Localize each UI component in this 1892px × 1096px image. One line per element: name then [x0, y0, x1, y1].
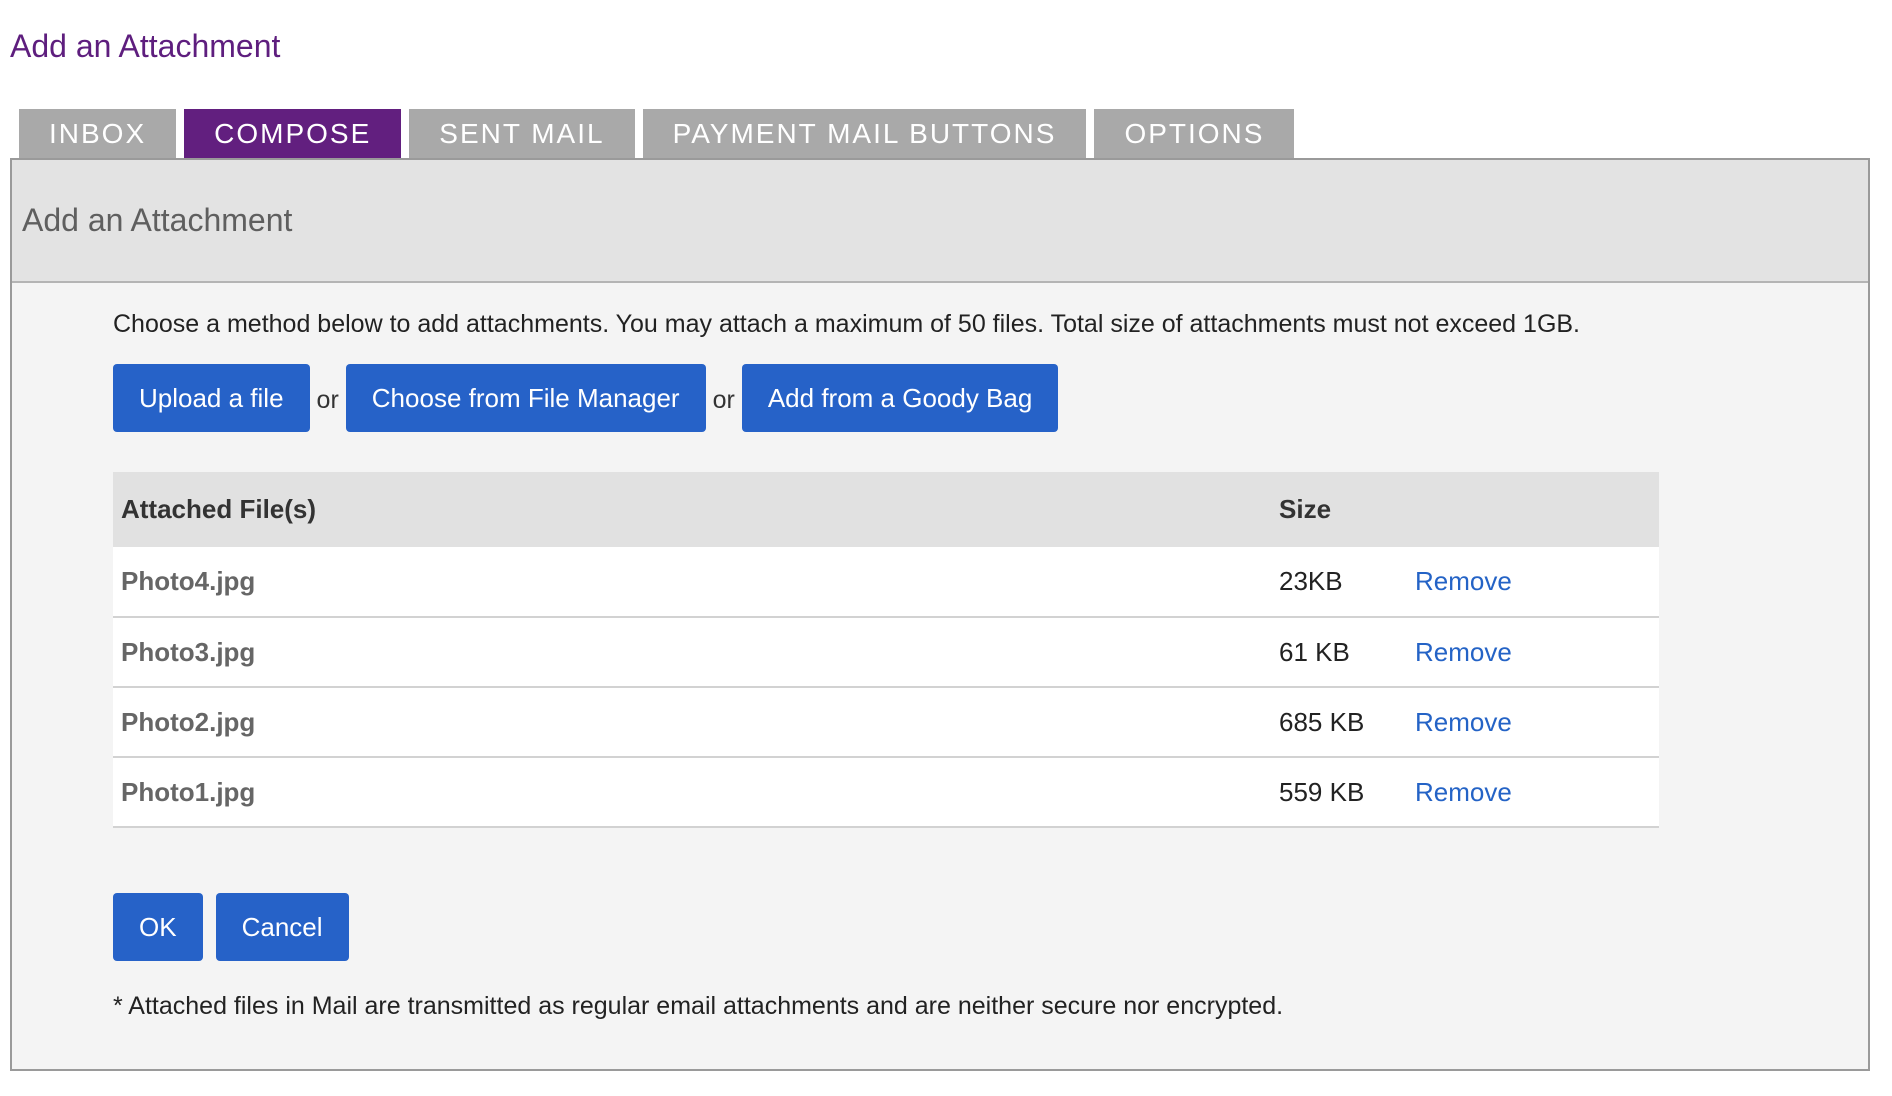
dialog-actions: OK Cancel: [113, 893, 349, 961]
table-row: Photo2.jpg 685 KB Remove: [113, 687, 1659, 758]
upload-file-button[interactable]: Upload a file: [113, 364, 310, 432]
table-row: Photo4.jpg 23KB Remove: [113, 547, 1659, 618]
security-footnote: * Attached files in Mail are transmitted…: [113, 992, 1284, 1020]
file-name: Photo3.jpg: [113, 617, 1271, 688]
attachment-panel: Add an Attachment Choose a method below …: [10, 158, 1870, 1071]
page-title: Add an Attachment: [10, 28, 281, 64]
goody-bag-button[interactable]: Add from a Goody Bag: [741, 364, 1059, 432]
file-name: Photo2.jpg: [113, 687, 1271, 758]
tab-inbox[interactable]: INBOX: [19, 109, 177, 158]
header-size: Size: [1271, 472, 1407, 547]
file-size: 61 KB: [1271, 617, 1407, 688]
attach-method-row: Upload a file or Choose from File Manage…: [113, 364, 1059, 432]
header-attached-files: Attached File(s): [113, 472, 1271, 547]
or-separator: or: [712, 385, 735, 414]
remove-cell: Remove: [1407, 547, 1659, 618]
file-manager-button[interactable]: Choose from File Manager: [345, 364, 706, 432]
file-size: 559 KB: [1271, 757, 1407, 828]
remove-link[interactable]: Remove: [1415, 707, 1512, 737]
mail-tabs: INBOX COMPOSE SENT MAIL PAYMENT MAIL BUT…: [19, 109, 1295, 158]
file-name: Photo4.jpg: [113, 547, 1271, 618]
instructions-text: Choose a method below to add attachments…: [113, 310, 1581, 338]
remove-link[interactable]: Remove: [1415, 777, 1512, 807]
tab-payment-mail-buttons[interactable]: PAYMENT MAIL BUTTONS: [642, 109, 1087, 158]
remove-link[interactable]: Remove: [1415, 637, 1512, 667]
panel-content: Choose a method below to add attachments…: [113, 160, 1868, 1069]
remove-cell: Remove: [1407, 687, 1659, 758]
file-name: Photo1.jpg: [113, 757, 1271, 828]
file-size: 685 KB: [1271, 687, 1407, 758]
cancel-button[interactable]: Cancel: [215, 893, 349, 961]
attached-files-table: Attached File(s) Size Photo4.jpg 23KB Re…: [113, 472, 1659, 828]
file-size: 23KB: [1271, 547, 1407, 618]
table-row: Photo1.jpg 559 KB Remove: [113, 757, 1659, 828]
header-actions: [1407, 472, 1659, 547]
tab-compose[interactable]: COMPOSE: [184, 109, 402, 158]
or-separator: or: [316, 385, 339, 414]
tab-sent-mail[interactable]: SENT MAIL: [409, 109, 635, 158]
table-header-row: Attached File(s) Size: [113, 472, 1659, 547]
remove-cell: Remove: [1407, 757, 1659, 828]
remove-cell: Remove: [1407, 617, 1659, 688]
table-row: Photo3.jpg 61 KB Remove: [113, 617, 1659, 688]
remove-link[interactable]: Remove: [1415, 566, 1512, 596]
ok-button[interactable]: OK: [113, 893, 203, 961]
tab-options[interactable]: OPTIONS: [1094, 109, 1295, 158]
